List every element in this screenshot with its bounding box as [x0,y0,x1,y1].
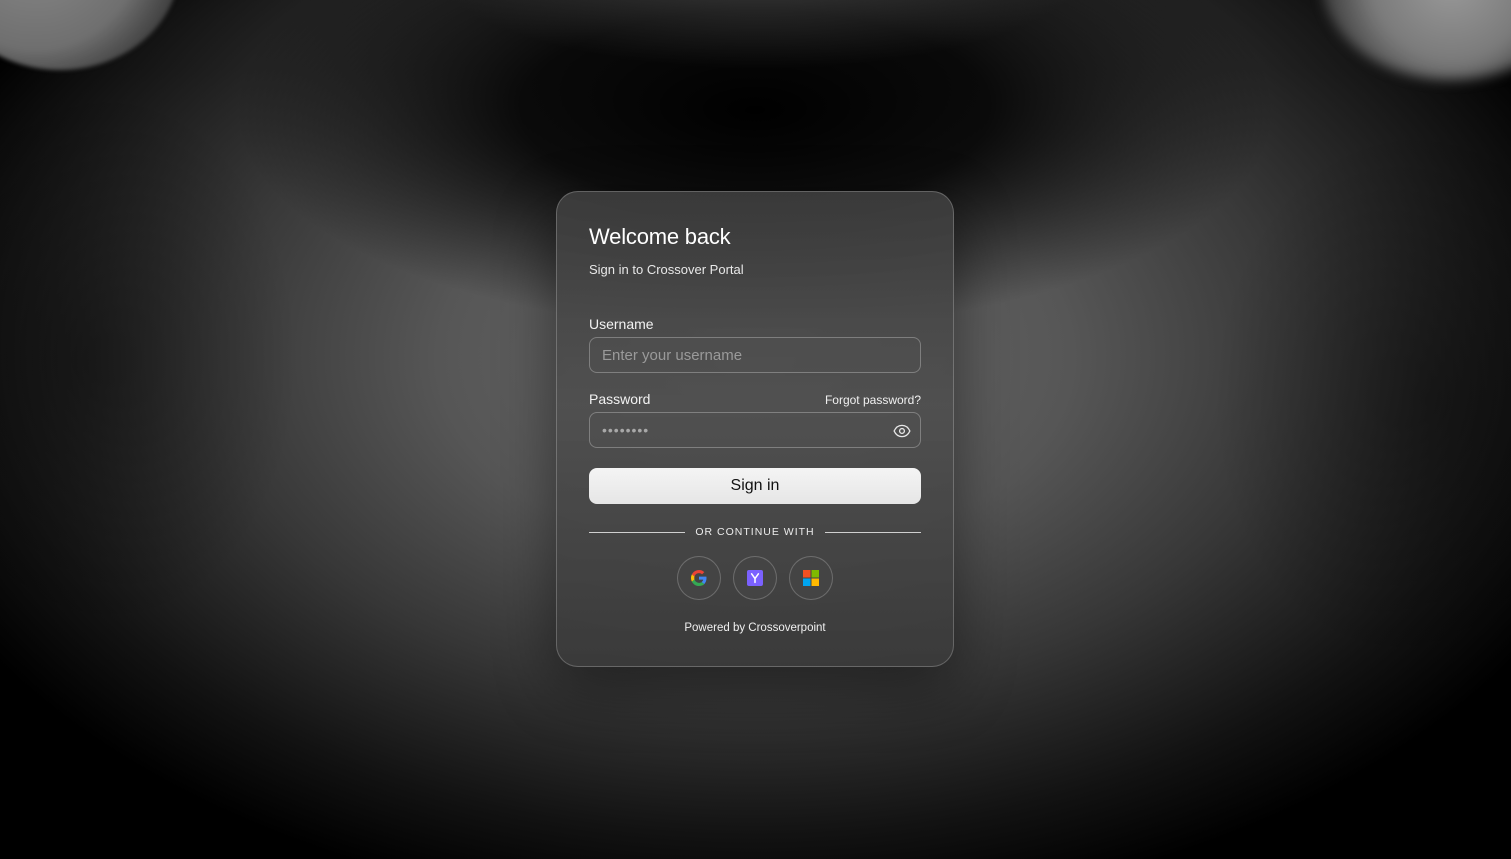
username-label-row: Username [589,315,921,333]
yahoo-icon [747,570,763,586]
background-highlight-top [420,0,1100,70]
divider-text: OR CONTINUE WITH [695,526,815,538]
powered-by-footer: Powered by Crossoverpoint [684,622,826,634]
divider-line-right [824,531,921,533]
username-input[interactable] [590,338,920,372]
microsoft-icon [803,570,819,586]
background-shade-left [0,80,300,640]
divider: OR CONTINUE WITH [589,526,921,538]
background-blob-top-left [0,0,180,70]
login-card: Welcome back Sign in to Crossover Portal… [556,191,954,667]
password-label-row: Password Forgot password? [589,390,921,408]
forgot-password-link[interactable]: Forgot password? [825,393,921,407]
password-label: Password [589,391,651,407]
page-subtitle: Sign in to Crossover Portal [589,262,744,277]
username-label: Username [589,316,654,332]
google-icon [691,570,707,586]
page-title: Welcome back [589,224,731,249]
microsoft-login-button[interactable] [789,556,833,600]
background-shade-right [1211,120,1511,680]
divider-line-left [589,531,686,533]
username-field [589,337,921,373]
background-blob-top-right [1321,0,1511,80]
social-login-group [589,556,921,600]
password-input[interactable] [590,413,920,447]
sign-in-button[interactable]: Sign in [589,468,921,504]
yahoo-login-button[interactable] [733,556,777,600]
password-field [589,412,921,448]
eye-icon[interactable] [893,422,911,440]
google-login-button[interactable] [677,556,721,600]
